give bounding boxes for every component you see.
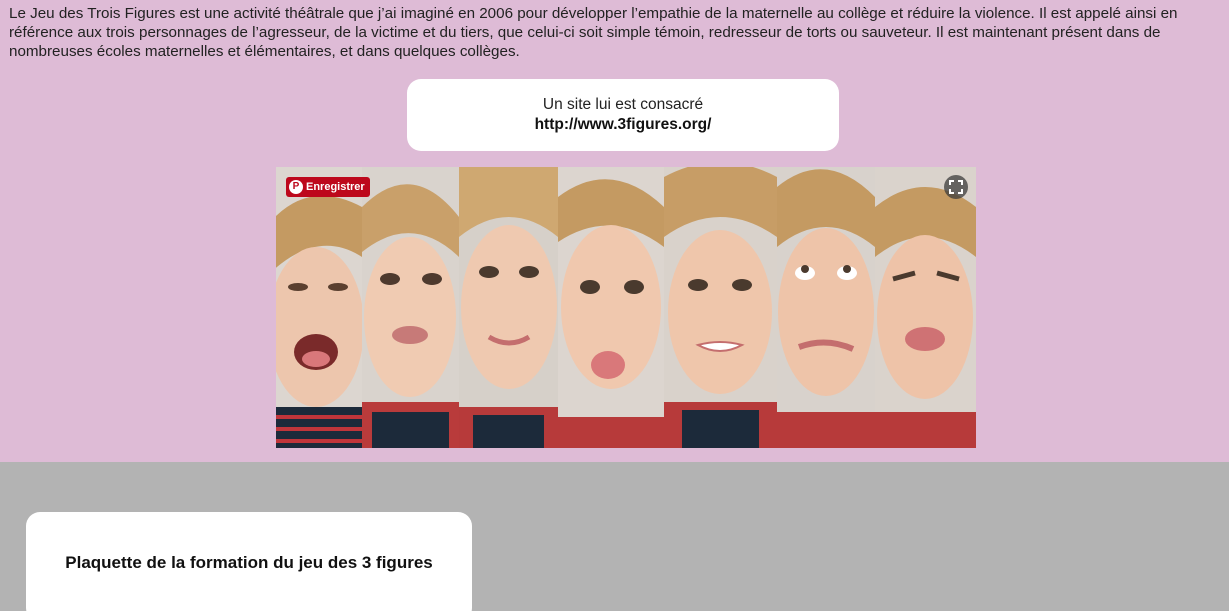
intro-section: Le Jeu des Trois Figures est une activit… — [0, 0, 1229, 462]
intro-paragraph: Le Jeu des Trois Figures est une activit… — [9, 5, 1178, 60]
children-faces-photo: P Enregistrer — [276, 167, 976, 448]
brochure-card[interactable]: Plaquette de la formation du jeu des 3 f… — [26, 512, 472, 611]
face-panel — [459, 167, 558, 448]
site-link[interactable]: http://www.3figures.org/ — [535, 115, 712, 135]
site-card-caption: Un site lui est consacré — [542, 96, 704, 113]
face-panel — [362, 167, 459, 448]
pinterest-icon: P — [289, 180, 303, 194]
expand-icon[interactable] — [944, 175, 968, 199]
face-panel — [777, 167, 875, 448]
face-panel — [558, 167, 664, 448]
site-card: Un site lui est consacré http://www.3fig… — [407, 79, 839, 151]
face-panel — [875, 167, 976, 448]
face-panel — [276, 167, 362, 448]
brochure-card-title: Plaquette de la formation du jeu des 3 f… — [65, 553, 433, 572]
pinterest-save-button[interactable]: P Enregistrer — [286, 177, 370, 197]
face-panel — [664, 167, 777, 448]
pinterest-save-label: Enregistrer — [306, 181, 365, 193]
